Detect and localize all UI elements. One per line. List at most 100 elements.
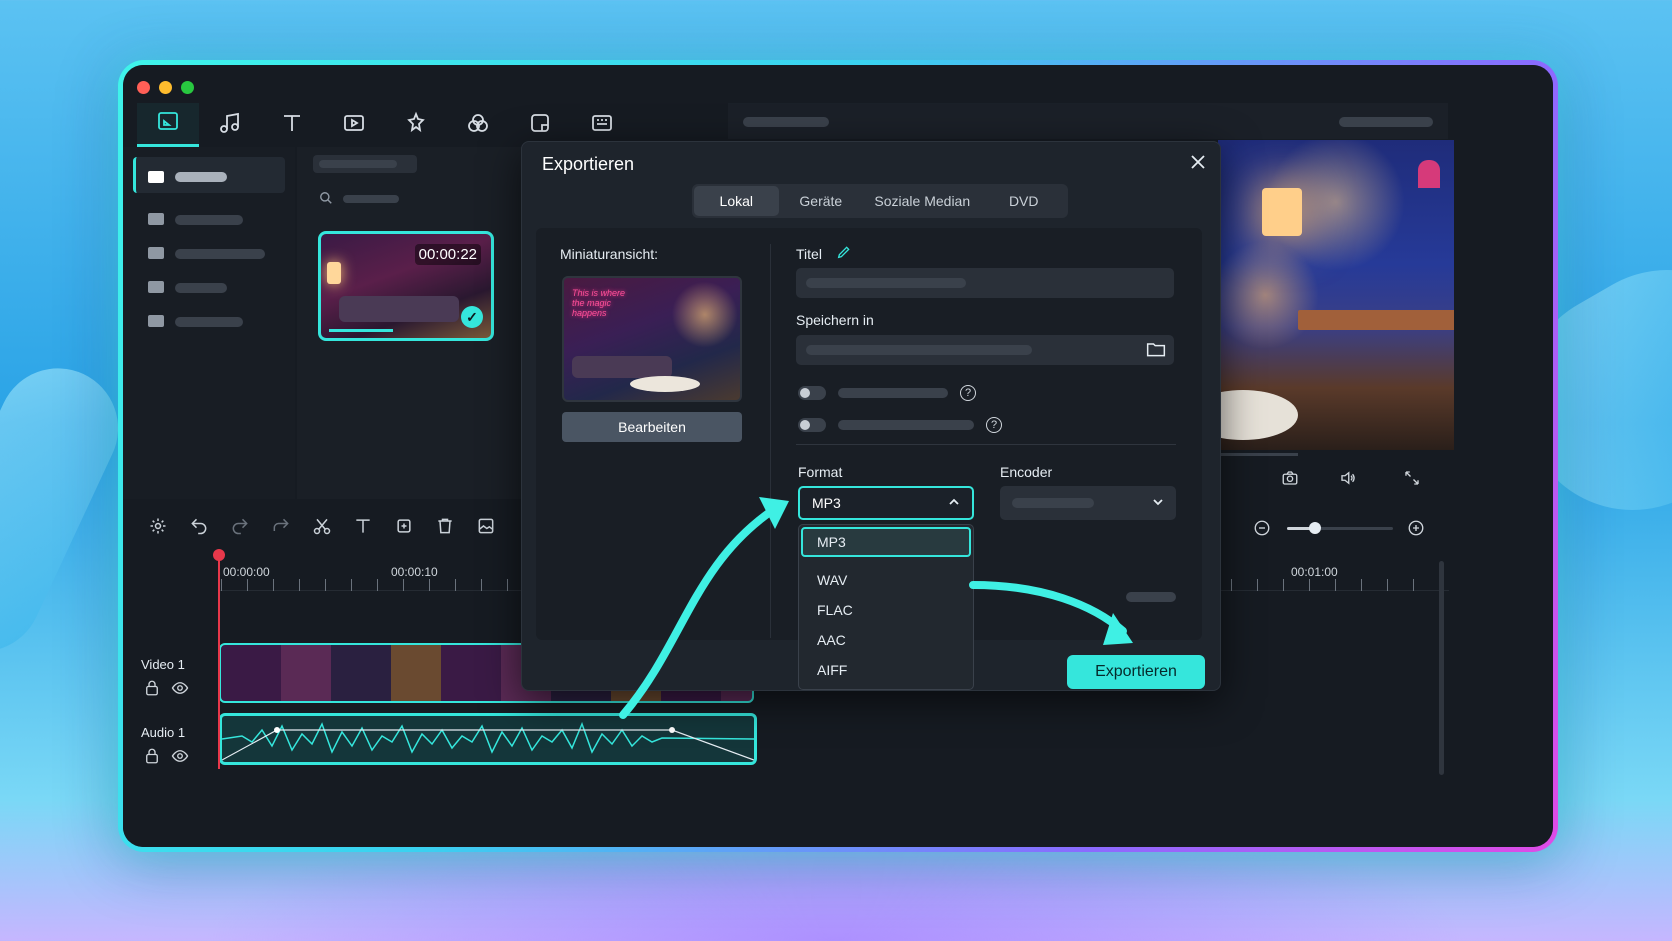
text-tab[interactable] — [261, 103, 323, 147]
filters-icon — [466, 111, 490, 140]
format-option-flac[interactable]: FLAC — [799, 595, 973, 625]
trash-icon — [435, 516, 455, 541]
crop-icon — [394, 516, 414, 541]
section-divider — [796, 444, 1176, 445]
settings-tool[interactable] — [137, 510, 178, 546]
video-transition-icon — [342, 111, 366, 140]
tab-dvd[interactable]: DVD — [981, 186, 1066, 216]
text-tool[interactable] — [342, 510, 383, 546]
tab-geraete[interactable]: Geräte — [779, 186, 864, 216]
folder-icon[interactable] — [1146, 340, 1166, 363]
minimize-window-button[interactable] — [159, 81, 172, 94]
close-window-button[interactable] — [137, 81, 150, 94]
pencil-icon[interactable] — [836, 244, 852, 265]
zoom-out-icon[interactable] — [1253, 519, 1271, 542]
ruler-ticks — [221, 579, 521, 591]
playhead-handle[interactable] — [213, 549, 225, 561]
forward-icon — [271, 516, 291, 541]
format-option-aac[interactable]: AAC — [799, 625, 973, 655]
volume-icon[interactable] — [1339, 469, 1357, 492]
cut-button[interactable] — [301, 510, 342, 546]
timeline-scrollbar[interactable] — [1439, 561, 1444, 775]
transitions-tab[interactable] — [323, 103, 385, 147]
placeholder-bar — [838, 388, 948, 398]
effects-tab[interactable] — [385, 103, 447, 147]
format-option-wav[interactable]: WAV — [799, 565, 973, 595]
filters-tab[interactable] — [447, 103, 509, 147]
thumbnail-neon-text: This is where the magic happens — [572, 288, 626, 318]
templates-icon — [590, 111, 614, 140]
preview-table — [1218, 390, 1298, 440]
lock-icon[interactable] — [143, 747, 161, 770]
placeholder-bar — [806, 278, 966, 288]
placeholder-bar — [319, 160, 397, 168]
encoder-select[interactable] — [1000, 486, 1176, 520]
format-label: Format — [798, 464, 843, 480]
maximize-window-button[interactable] — [181, 81, 194, 94]
help-icon[interactable]: ? — [986, 417, 1002, 433]
crop-tool[interactable] — [383, 510, 424, 546]
ruler-label: 00:00:00 — [223, 565, 270, 579]
edit-button[interactable]: Bearbeiten — [562, 412, 742, 442]
ruler-label: 00:00:10 — [391, 565, 438, 579]
tab-lokal[interactable]: Lokal — [694, 186, 779, 216]
dialog-title: Exportieren — [542, 154, 635, 174]
folder-icon — [148, 171, 164, 183]
media-clip-thumbnail[interactable]: 00:00:22 ✓ — [318, 231, 494, 341]
format-select[interactable]: MP3 — [798, 486, 974, 520]
fullscreen-icon[interactable] — [1403, 469, 1421, 492]
media-tab[interactable] — [137, 103, 199, 147]
placeholder-bar — [1126, 592, 1176, 602]
tab-social-media[interactable]: Soziale Median — [863, 186, 981, 216]
format-option-aiff[interactable]: AIFF — [799, 655, 973, 685]
thumbnail-sofa — [572, 356, 672, 378]
ruler-ticks — [1231, 579, 1431, 591]
audio-tab[interactable] — [199, 103, 261, 147]
option-toggle-1[interactable] — [798, 386, 826, 400]
text-icon — [280, 111, 304, 140]
stickers-icon — [528, 111, 552, 140]
redo-button[interactable] — [219, 510, 260, 546]
export-dialog: Exportieren Lokal Geräte Soziale Median … — [521, 141, 1221, 691]
timeline-toolbar — [137, 510, 506, 546]
app-window: 00:00:22 ✓ 00:00:00 00:00:10 00:01:00 Vi… — [123, 65, 1553, 847]
option-toggle-2[interactable] — [798, 418, 826, 432]
placeholder-bar — [1012, 498, 1094, 508]
playhead[interactable] — [218, 553, 220, 769]
format-option-mp3[interactable]: MP3 — [801, 527, 971, 557]
image-icon — [476, 516, 496, 541]
video-track-label: Video 1 — [141, 657, 185, 672]
music-icon — [218, 111, 242, 140]
chevron-up-icon — [948, 495, 960, 511]
effects-icon — [404, 111, 428, 140]
ruler-label: 00:01:00 — [1291, 565, 1338, 579]
media-icon — [156, 109, 180, 138]
folder-icon — [148, 315, 164, 327]
encoder-label: Encoder — [1000, 464, 1053, 480]
thumbnail-preview[interactable]: This is where the magic happens — [562, 276, 742, 402]
audio-track-label: Audio 1 — [141, 725, 186, 740]
close-icon[interactable] — [1190, 154, 1206, 175]
app-window-frame: 00:00:22 ✓ 00:00:00 00:00:10 00:01:00 Vi… — [118, 60, 1558, 852]
chevron-down-icon — [1152, 495, 1164, 511]
snapshot-icon[interactable] — [1281, 469, 1299, 492]
undo-button[interactable] — [178, 510, 219, 546]
help-icon[interactable]: ? — [960, 385, 976, 401]
eye-icon[interactable] — [171, 747, 189, 770]
export-tabs: Lokal Geräte Soziale Median DVD — [692, 184, 1068, 218]
preview-shelf-item — [1418, 160, 1440, 188]
placeholder-bar — [175, 172, 227, 182]
placeholder-bar — [838, 420, 974, 430]
eye-icon[interactable] — [171, 679, 189, 702]
forward-button[interactable] — [260, 510, 301, 546]
text-icon — [353, 516, 373, 541]
image-tool[interactable] — [465, 510, 506, 546]
export-button[interactable]: Exportieren — [1067, 655, 1205, 689]
zoom-slider-handle[interactable] — [1309, 522, 1321, 534]
format-dropdown: MP3 WAV FLAC AAC AIFF — [798, 524, 974, 690]
delete-button[interactable] — [424, 510, 465, 546]
zoom-in-icon[interactable] — [1407, 519, 1425, 542]
placeholder-bar — [175, 317, 243, 327]
audio-clip[interactable] — [219, 713, 757, 765]
lock-icon[interactable] — [143, 679, 161, 702]
